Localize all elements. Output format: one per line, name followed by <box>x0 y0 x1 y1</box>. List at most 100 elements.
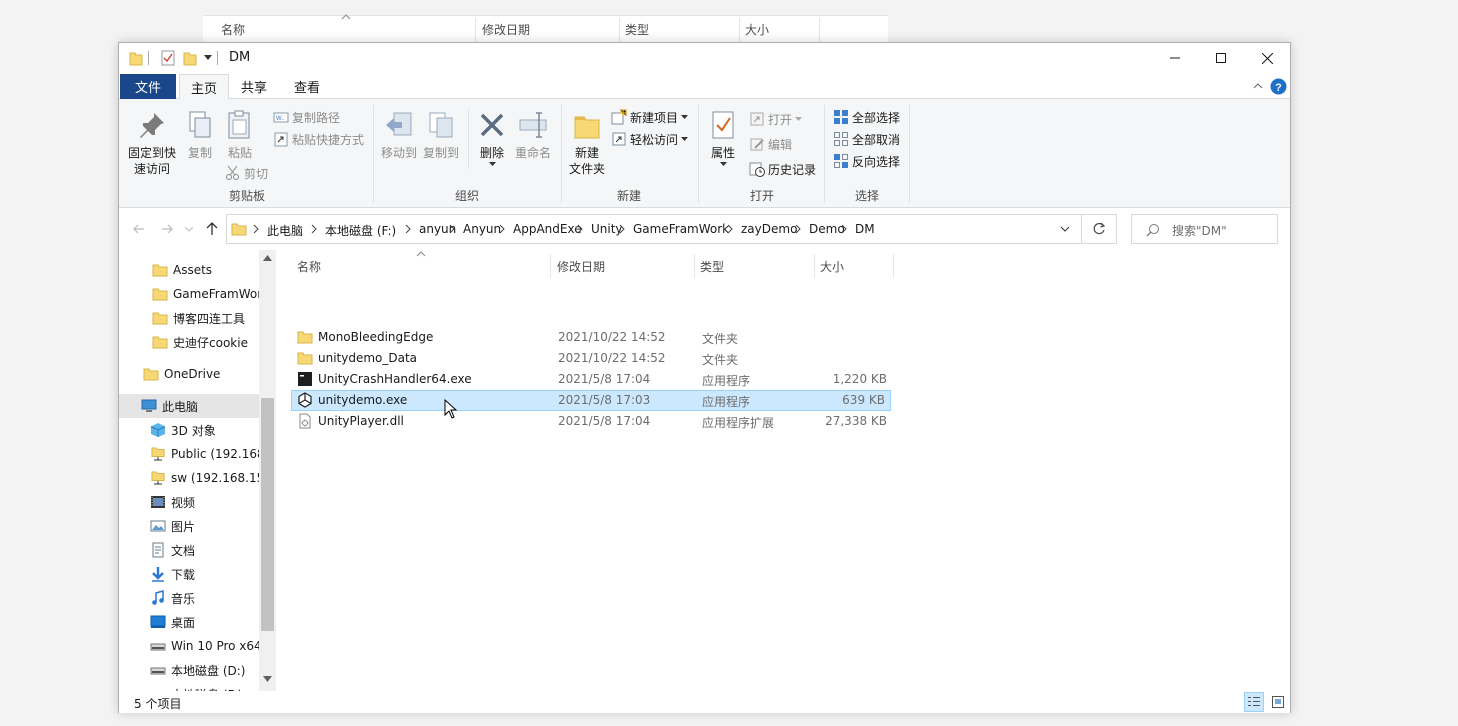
file-size: 639 KB <box>842 393 885 407</box>
nav-item-13[interactable]: 音乐 <box>119 586 259 610</box>
large-icons-view-button[interactable] <box>1268 692 1288 712</box>
nav-item-17[interactable]: 本地磁盘 (F:) <box>119 682 259 692</box>
address-dropdown-icon[interactable] <box>1060 226 1070 232</box>
new-folder-quick-icon[interactable] <box>183 50 197 66</box>
col-header-size[interactable]: 大小 <box>820 254 844 278</box>
breadcrumb-1[interactable]: 本地磁盘 (F:) <box>325 222 396 239</box>
details-view-button[interactable] <box>1244 692 1264 712</box>
paste-button[interactable]: 粘贴 <box>223 109 257 161</box>
breadcrumb-6[interactable]: GameFramWork <box>633 222 729 236</box>
breadcrumb-chevron-icon[interactable] <box>404 224 412 234</box>
copy-to-button[interactable]: 复制到 <box>421 109 461 161</box>
breadcrumb-chevron-icon[interactable] <box>252 224 260 234</box>
nav-item-15[interactable]: Win 10 Pro x64 <box>119 634 259 658</box>
easy-access-button[interactable]: 轻松访问 <box>611 129 689 149</box>
nav-item-3[interactable]: 史迪仔cookie <box>119 330 259 354</box>
col-header-name[interactable]: 名称 <box>297 254 321 278</box>
recent-locations-icon[interactable] <box>185 227 193 232</box>
rename-button[interactable]: 重命名 <box>513 109 553 161</box>
help-icon[interactable]: ? <box>1270 78 1287 95</box>
breadcrumb-chevron-icon[interactable] <box>576 224 584 234</box>
up-arrow-icon[interactable] <box>206 222 218 236</box>
breadcrumb-chevron-icon[interactable] <box>618 224 626 234</box>
nav-scrollbar[interactable] <box>259 250 276 691</box>
nav-item-1[interactable]: GameFramWork <box>119 282 259 306</box>
nav-item-14[interactable]: 桌面 <box>119 610 259 634</box>
col-header-date[interactable]: 修改日期 <box>557 254 605 278</box>
bg-col-size[interactable]: 大小 <box>745 21 769 38</box>
search-box[interactable]: 搜索"DM" <box>1131 214 1278 244</box>
tab-file[interactable]: 文件 <box>120 74 176 99</box>
properties-button[interactable]: 属性 <box>704 109 742 166</box>
collapse-ribbon-icon[interactable] <box>1253 83 1263 89</box>
open-button[interactable]: 打开 <box>749 109 803 129</box>
nav-item-8[interactable]: sw (192.168.150 <box>119 466 259 490</box>
breadcrumb-3[interactable]: Anyun <box>463 222 501 236</box>
tab-view[interactable]: 查看 <box>285 74 329 99</box>
col-header-type[interactable]: 类型 <box>700 254 724 278</box>
breadcrumb-chevron-icon[interactable] <box>726 224 734 234</box>
nav-item-16[interactable]: 本地磁盘 (D:) <box>119 658 259 682</box>
nav-item-6[interactable]: 3D 对象 <box>119 418 259 442</box>
file-row[interactable]: unitydemo.exe 2021/5/8 17:03 应用程序 639 KB <box>291 390 891 411</box>
file-row[interactable]: UnityPlayer.dll 2021/5/8 17:04 应用程序扩展 27,33… <box>291 411 891 432</box>
forward-arrow-icon[interactable] <box>161 223 173 235</box>
move-to-button[interactable]: 移动到 <box>379 109 419 161</box>
properties-dropdown-icon[interactable] <box>719 162 727 166</box>
scroll-down-icon[interactable] <box>263 676 272 682</box>
new-item-button[interactable]: 新建项目 <box>611 107 689 127</box>
edit-button[interactable]: 编辑 <box>749 134 792 154</box>
tab-share[interactable]: 共享 <box>232 74 276 99</box>
nav-scrollbar-thumb[interactable] <box>261 398 274 631</box>
nav-item-11[interactable]: 文档 <box>119 538 259 562</box>
nav-item-10[interactable]: 图片 <box>119 514 259 538</box>
new-folder-button[interactable]: 新建 文件夹 <box>567 109 607 177</box>
tab-home[interactable]: 主页 <box>179 74 229 100</box>
delete-dropdown-icon[interactable] <box>488 162 496 166</box>
breadcrumb-0[interactable]: 此电脑 <box>267 222 303 239</box>
nav-item-0[interactable]: Assets <box>119 258 259 282</box>
customize-quick-access-icon[interactable] <box>204 55 212 61</box>
pin-label-1: 固定到快 <box>127 146 176 160</box>
copy-button[interactable]: 复制 <box>183 109 217 161</box>
bg-col-type[interactable]: 类型 <box>625 21 649 38</box>
file-row[interactable]: unitydemo_Data 2021/10/22 14:52 文件夹 <box>291 348 891 369</box>
minimize-button[interactable] <box>1152 43 1198 73</box>
nav-item-4[interactable]: OneDrive <box>119 362 259 386</box>
breadcrumb-9[interactable]: DM <box>855 222 875 236</box>
nav-item-5[interactable]: 此电脑 <box>119 394 259 418</box>
breadcrumb-chevron-icon[interactable] <box>310 224 318 234</box>
file-row[interactable]: MonoBleedingEdge 2021/10/22 14:52 文件夹 <box>291 327 891 348</box>
breadcrumb-chevron-icon[interactable] <box>840 224 848 234</box>
select-none-button[interactable]: 全部取消 <box>833 129 900 149</box>
breadcrumb-4[interactable]: AppAndExe <box>513 222 582 236</box>
nav-item-2[interactable]: 博客四连工具 <box>119 306 259 330</box>
refresh-button[interactable] <box>1082 214 1117 244</box>
nav-item-7[interactable]: Public (192.168.1 <box>119 442 259 466</box>
file-row[interactable]: UnityCrashHandler64.exe 2021/5/8 17:04 应用程… <box>291 369 891 390</box>
history-button[interactable]: 历史记录 <box>749 159 816 179</box>
scroll-up-icon[interactable] <box>263 255 272 261</box>
bg-col-name[interactable]: 名称 <box>221 21 245 38</box>
pin-quick-access-button[interactable]: 固定到快 速访问 <box>125 109 179 177</box>
nav-item-label: GameFramWork <box>173 287 259 301</box>
back-arrow-icon[interactable] <box>133 223 145 235</box>
breadcrumb-7[interactable]: zayDemo <box>741 222 797 236</box>
properties-quick-icon[interactable] <box>161 50 175 66</box>
copy-path-button[interactable]: W.. 复制路径 <box>273 107 340 127</box>
nav-item-9[interactable]: 视频 <box>119 490 259 514</box>
invert-selection-button[interactable]: 反向选择 <box>833 151 900 171</box>
close-button[interactable] <box>1244 43 1290 73</box>
select-all-button[interactable]: 全部选择 <box>833 107 900 127</box>
delete-button[interactable]: 删除 <box>475 109 509 166</box>
cut-button[interactable]: 剪切 <box>225 163 268 183</box>
breadcrumb-chevron-icon[interactable] <box>448 224 456 234</box>
nav-item-12[interactable]: 下载 <box>119 562 259 586</box>
bg-col-date[interactable]: 修改日期 <box>482 21 530 38</box>
search-icon <box>1146 224 1159 237</box>
breadcrumb-chevron-icon[interactable] <box>498 224 506 234</box>
paste-shortcut-button[interactable]: 粘贴快捷方式 <box>273 129 364 149</box>
maximize-button[interactable] <box>1198 43 1244 73</box>
address-bar[interactable]: 此电脑 本地磁盘 (F:) anyun Anyun AppAndExe Unity Game… <box>226 214 1082 244</box>
breadcrumb-chevron-icon[interactable] <box>794 224 802 234</box>
